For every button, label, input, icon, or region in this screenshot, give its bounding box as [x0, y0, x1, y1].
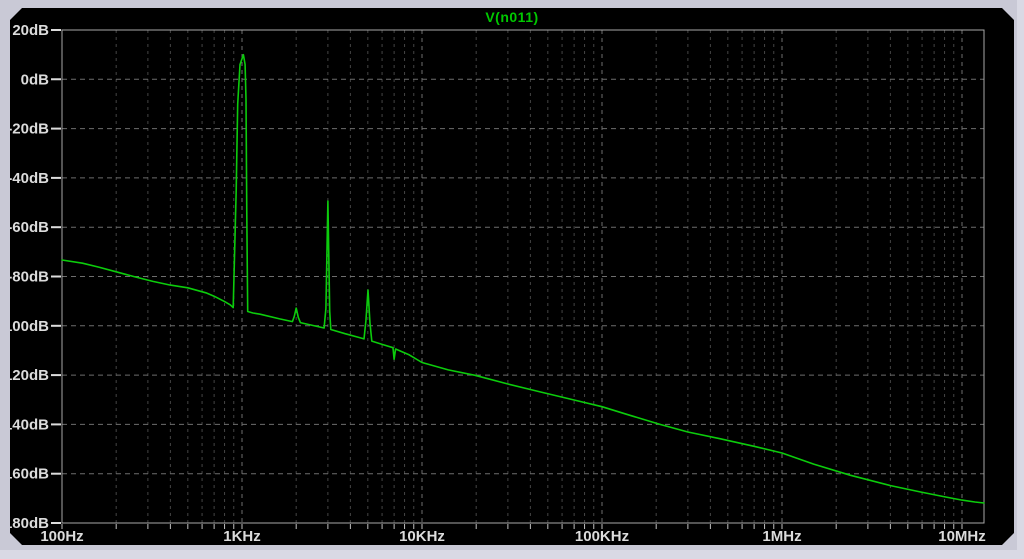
- x-tick-label: 100Hz: [40, 528, 83, 545]
- y-tick-label: -40dB: [10, 170, 49, 187]
- x-tick-label: 1KHz: [223, 528, 261, 545]
- y-tick-label: -100dB: [10, 318, 49, 335]
- y-tick-label: -80dB: [10, 269, 49, 286]
- frame-bevel-bottom: [0, 550, 1024, 559]
- trace-v-n011[interactable]: [62, 55, 984, 503]
- waveform-viewer-window: V(n011) 20dB0dB-20dB-40dB-60dB-80dB-100d…: [0, 0, 1024, 559]
- y-tick-label: -20dB: [10, 121, 49, 138]
- y-tick-label: -120dB: [10, 367, 49, 384]
- x-tick-label: 1MHz: [762, 528, 801, 545]
- y-tick-label: 0dB: [21, 71, 50, 88]
- plot-pane[interactable]: V(n011) 20dB0dB-20dB-40dB-60dB-80dB-100d…: [10, 8, 1014, 545]
- frame-bevel-right: [1017, 0, 1024, 559]
- y-tick-label: -160dB: [10, 466, 49, 483]
- y-tick-label: -140dB: [10, 416, 49, 433]
- y-tick-label: -60dB: [10, 219, 49, 236]
- x-tick-label: 10MHz: [938, 528, 986, 545]
- plot-canvas[interactable]: 20dB0dB-20dB-40dB-60dB-80dB-100dB-120dB-…: [10, 8, 1014, 545]
- trace-label[interactable]: V(n011): [10, 9, 1014, 27]
- x-tick-label: 100KHz: [575, 528, 629, 545]
- x-tick-label: 10KHz: [399, 528, 445, 545]
